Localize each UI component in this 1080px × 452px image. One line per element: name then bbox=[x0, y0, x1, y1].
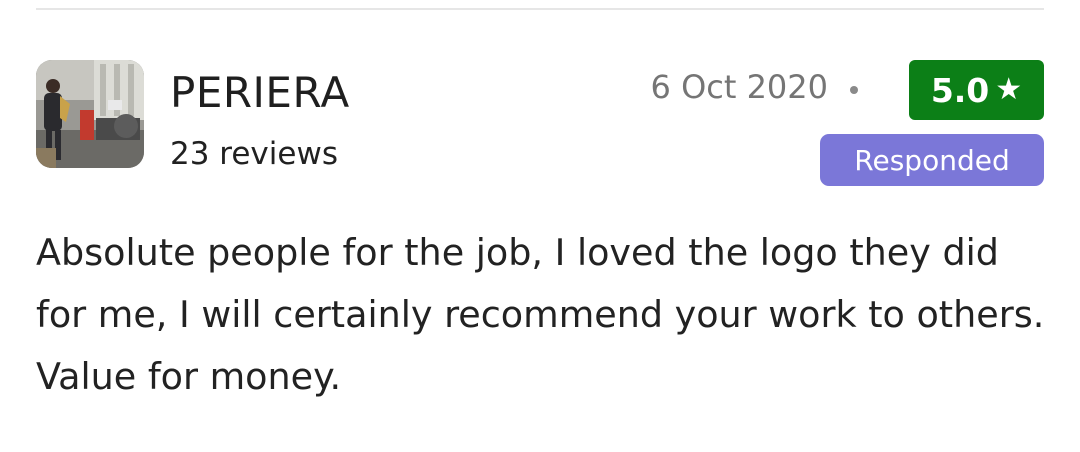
review-text: Absolute people for the job, I loved the… bbox=[36, 231, 1045, 398]
avatar[interactable] bbox=[36, 60, 144, 168]
rating-value: 5.0 bbox=[930, 70, 990, 110]
top-divider bbox=[36, 8, 1044, 10]
review-date: 6 Oct 2020 bbox=[650, 68, 828, 106]
avatar-photo bbox=[36, 60, 144, 168]
reviewer-review-count: 23 reviews bbox=[170, 136, 338, 172]
reviewer-name[interactable]: PERIERA bbox=[170, 68, 350, 117]
star-icon: ★ bbox=[995, 72, 1023, 107]
responded-badge[interactable]: Responded bbox=[820, 134, 1044, 186]
separator-dot bbox=[850, 86, 858, 94]
rating-badge: 5.0 ★ bbox=[909, 60, 1044, 120]
